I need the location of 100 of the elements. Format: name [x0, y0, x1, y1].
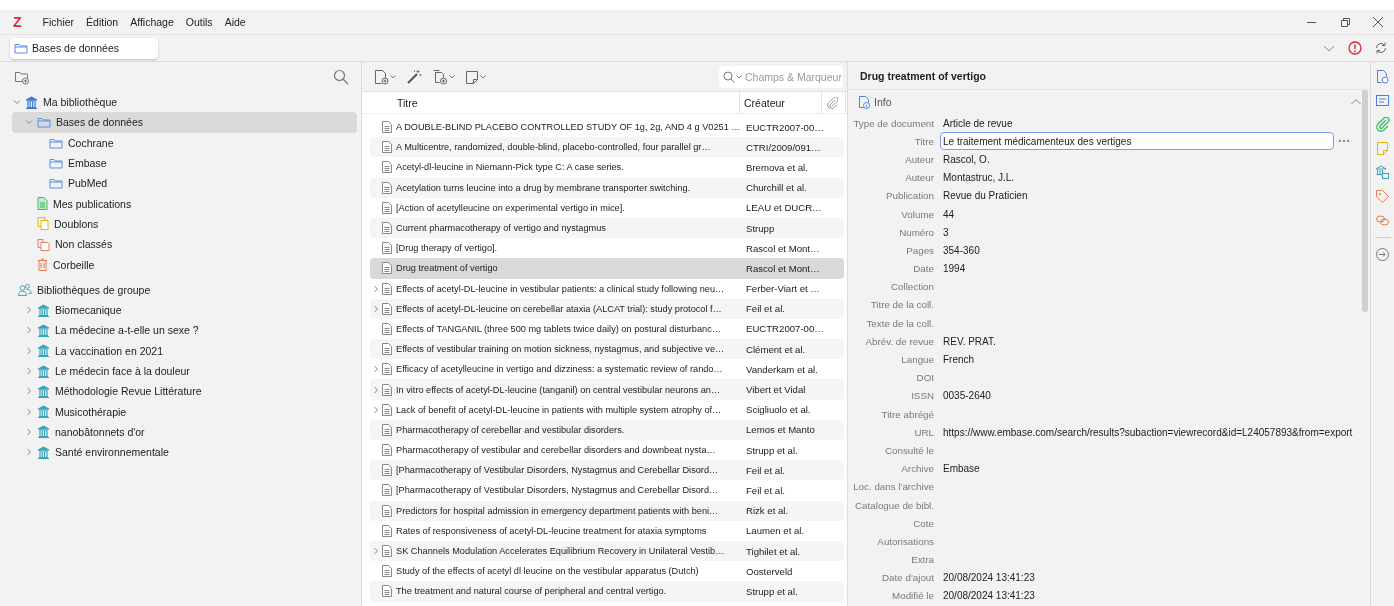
- magic-wand-icon[interactable]: [406, 68, 422, 85]
- item-row[interactable]: [Pharmacotherapy of Vestibular Disorders, Nystagmus and Cerebellar Disord… Feil et al.: [370, 460, 844, 481]
- chevron-right-icon[interactable]: [372, 405, 380, 414]
- collection-item[interactable]: Bases de données: [12, 112, 357, 133]
- title-input[interactable]: Le traitement médicamenteux des vertiges: [940, 132, 1334, 151]
- collection-item[interactable]: Ma bibliothèque: [12, 92, 357, 113]
- caret-icon[interactable]: [390, 73, 396, 80]
- item-row[interactable]: Effects of acetyl-DL-leucine on cerebellar ataxia (ALCAT trial): study protocol f… Feil et al.: [370, 298, 844, 319]
- menu-item[interactable]: Outils: [179, 16, 219, 28]
- chevron-right-icon[interactable]: [372, 385, 380, 394]
- chevron-right-icon[interactable]: [372, 547, 380, 556]
- collection-item[interactable]: La médecine a-t-elle un sexe ?: [12, 320, 357, 341]
- locate-icon[interactable]: [1375, 247, 1390, 262]
- menu-item[interactable]: Fichier: [36, 16, 81, 28]
- caret-icon[interactable]: [736, 73, 742, 80]
- item-row[interactable]: Pharmacotherapy of cerebellar and vestibular disorders. Lemos et Manto: [370, 419, 844, 440]
- chevron-down-icon[interactable]: [25, 118, 33, 127]
- sync-icon[interactable]: [1374, 41, 1388, 55]
- caret-icon[interactable]: [480, 73, 486, 80]
- item-row[interactable]: A DOUBLE-BLIND PLACEBO CONTROLLED STUDY OF 1g, 2g, AND 4 g V0251 … EUCTR2007-00…: [370, 117, 844, 138]
- item-row[interactable]: Lack of benefit of acetyl-DL-leucine in patients with multiple system atrophy of… Scigliuolo et al.: [370, 399, 844, 420]
- document-icon: [382, 282, 392, 295]
- item-row[interactable]: [Action of acetylleucine on experimental vertigo in mice]. LEAU et DUCR…: [370, 197, 844, 218]
- item-row[interactable]: [Drug therapy of vertigo]. Rascol et Mont…: [370, 238, 844, 259]
- chevron-right-icon[interactable]: [372, 304, 380, 313]
- collection-item[interactable]: Le médecin face à la douleur: [12, 360, 357, 382]
- add-attachment-icon[interactable]: [432, 68, 448, 85]
- link-icon[interactable]: [1375, 213, 1390, 228]
- item-row[interactable]: Pharmacotherapy of vestibular and cerebellar disorders and downbeat nysta… Strupp et al.: [370, 440, 844, 461]
- search-icon[interactable]: [333, 69, 349, 85]
- paperclip-icon[interactable]: [1375, 117, 1390, 132]
- chevron-right-icon[interactable]: [25, 407, 33, 416]
- tab[interactable]: Bases de données: [10, 37, 158, 59]
- column-header[interactable]: Créateur: [744, 96, 785, 109]
- item-row[interactable]: Acetyl-dl-leucine in Niemann-Pick type C: A case series. Bremova et al.: [370, 157, 844, 178]
- item-title: A DOUBLE-BLIND PLACEBO CONTROLLED STUDY OF 1g, 2g, AND 4 g V0251 …: [395, 122, 742, 133]
- collection-item[interactable]: Embase: [12, 152, 357, 174]
- library-icon: [37, 445, 50, 459]
- search-field[interactable]: Champs & Marqueur: [719, 65, 843, 88]
- collection-item[interactable]: Biomecanique: [12, 299, 357, 321]
- collection-item[interactable]: Musicothérapie: [12, 401, 357, 422]
- new-collection-icon[interactable]: [14, 69, 30, 85]
- collection-item[interactable]: PubMed: [12, 173, 357, 194]
- item-row[interactable]: Current pharmacotherapy of vertigo and nystagmus Strupp: [370, 217, 844, 239]
- chevron-right-icon[interactable]: [25, 427, 33, 436]
- chevron-right-icon[interactable]: [25, 346, 33, 355]
- item-row[interactable]: The treatment and natural course of peripheral and central vertigo. Strupp et al.: [370, 581, 844, 602]
- field-label: Consulté le: [884, 444, 935, 456]
- info-icon[interactable]: [1375, 69, 1390, 84]
- collection-item[interactable]: Doublons: [12, 213, 357, 235]
- library-icon[interactable]: [1375, 165, 1390, 180]
- tag-icon[interactable]: [1375, 189, 1390, 204]
- collection-item[interactable]: Non classés: [12, 234, 357, 255]
- more-icon[interactable]: [1338, 139, 1350, 144]
- item-row[interactable]: SK Channels Modulation Accelerates Equilibrium Recovery in Unilateral Vestib… Tighilet et al.: [370, 540, 844, 562]
- item-row[interactable]: Drug treatment of vertigo Rascol et Mont…: [370, 258, 844, 279]
- item-creator: Strupp et al.: [745, 585, 799, 597]
- item-title: Effects of vestibular training on motion sickness, nystagmus, and subjective ve…: [395, 344, 726, 355]
- chevron-right-icon[interactable]: [372, 284, 380, 293]
- paperclip-icon[interactable]: [826, 96, 838, 109]
- alert-icon[interactable]: [1348, 41, 1362, 55]
- item-row[interactable]: Efficacy of acetylleucine in vertigo and dizziness: a systematic review of rando… Vanderkam et al.: [370, 359, 844, 380]
- chevron-right-icon[interactable]: [25, 306, 33, 315]
- item-row[interactable]: Acetylation turns leucine into a drug by membrane transporter switching. Churchill et al.: [370, 177, 844, 198]
- chevron-right-icon[interactable]: [25, 448, 33, 457]
- column-header[interactable]: Titre: [397, 96, 418, 109]
- item-row[interactable]: Rates of responsiveness of acetyl-DL-leucine treatment for ataxia symptoms Laumen et al.: [370, 520, 844, 541]
- collection-item[interactable]: Mes publications: [12, 193, 357, 214]
- scrollbar[interactable]: [1362, 90, 1368, 312]
- item-row[interactable]: Effects of TANGANIL (three 500 mg tablets twice daily) on postural disturbanc… EUCTR2007-00…: [370, 318, 844, 340]
- item-row[interactable]: Effects of acetyl-DL-leucine in vestibular patients: a clinical study following neu… Ferber-Viart et …: [370, 278, 844, 299]
- collection-item[interactable]: La vaccination en 2021: [12, 340, 357, 361]
- chevron-right-icon[interactable]: [372, 365, 380, 374]
- menu-item[interactable]: Affichage: [124, 16, 180, 28]
- caret-icon[interactable]: [449, 73, 455, 80]
- chevron-right-icon[interactable]: [25, 326, 33, 335]
- collection-item[interactable]: nanobâtonnets d'or: [12, 421, 357, 443]
- abstract-icon[interactable]: [1375, 93, 1390, 108]
- collection-item[interactable]: Méthodologie Revue Littérature: [12, 381, 357, 402]
- field-label: URL: [913, 426, 935, 438]
- chevron-right-icon[interactable]: [25, 367, 33, 375]
- item-row[interactable]: A Multicentre, randomized, double-blind, placebo-controlled, four parallel gr… CTRI/2009/091…: [370, 137, 844, 158]
- collection-item[interactable]: Cochrane: [12, 132, 357, 153]
- collection-item[interactable]: Corbeille: [12, 254, 357, 275]
- close-icon[interactable]: [1370, 16, 1386, 28]
- folder-icon: [49, 136, 63, 149]
- collection-item[interactable]: Santé environnementale: [12, 442, 357, 463]
- field-value: Rascol, O.: [942, 153, 990, 165]
- item-row[interactable]: Study of the effects of acetyl dl leucine on the vestibular apparatus (Dutch) Oosterveld: [370, 561, 844, 582]
- note-icon[interactable]: [465, 68, 479, 85]
- item-row[interactable]: In vitro effects of acetyl-DL-leucine (tanganil) on central vestibular neurons an… Vibert et Vidal: [370, 379, 844, 400]
- item-row[interactable]: Predictors for hospital admission in emergency department patients with beni… Rizk et al.: [370, 500, 844, 521]
- item-row[interactable]: [Pharmacotherapy of Vestibular Disorders, Nystagmus and Cerebellar Disord… Feil et al.: [370, 480, 844, 501]
- new-item-icon[interactable]: [374, 68, 389, 85]
- menu-item[interactable]: Aide: [218, 16, 252, 28]
- item-title: A Multicentre, randomized, double-blind, placebo-controlled, four parallel gr…: [395, 142, 712, 153]
- menu-item[interactable]: Édition: [80, 16, 125, 28]
- chevron-right-icon[interactable]: [25, 387, 33, 396]
- item-row[interactable]: Effects of vestibular training on motion sickness, nystagmus, and subjective ve… Clément et al.: [370, 339, 844, 360]
- chevron-down-icon[interactable]: [13, 98, 21, 107]
